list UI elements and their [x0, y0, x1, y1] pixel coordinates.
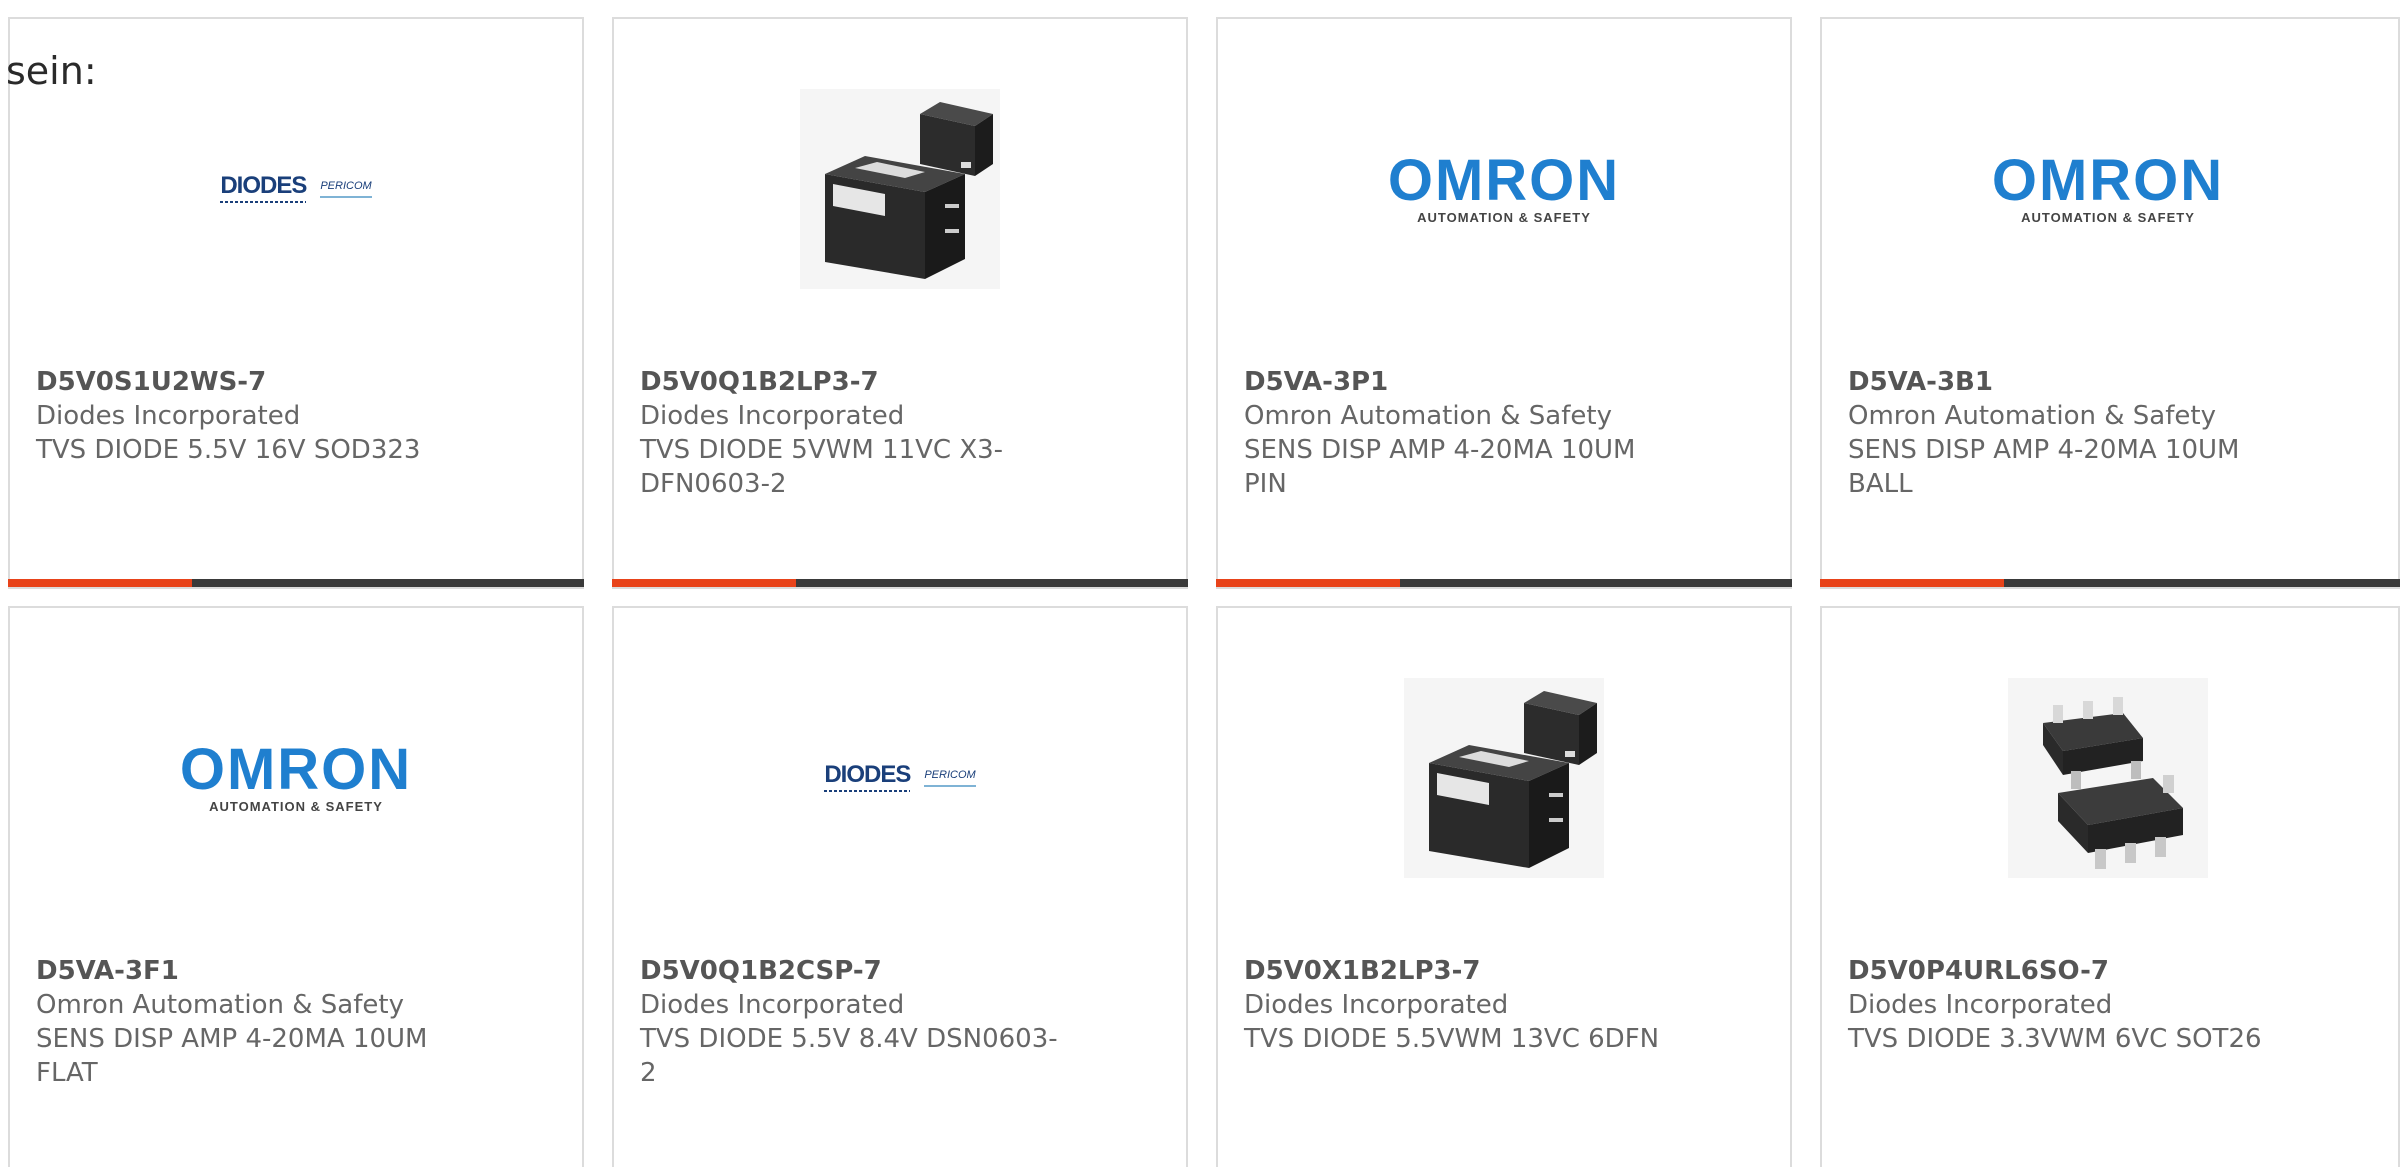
product-card[interactable]: OMRON AUTOMATION & SAFETY D5VA-3P1 Omron… — [1216, 17, 1792, 589]
description-cont: DFN0603-2 — [640, 469, 787, 499]
description-cont: PIN — [1244, 469, 1287, 499]
card-bar-accent — [1820, 579, 2004, 587]
manufacturer: Diodes Incorporated — [1244, 990, 1509, 1020]
card-bar-accent — [8, 579, 192, 587]
card-bar — [1216, 579, 1792, 587]
product-card[interactable]: OMRON AUTOMATION & SAFETY D5VA-3B1 Omron… — [1820, 17, 2400, 589]
part-number-link[interactable]: D5V0X1B2LP3-7 — [1244, 954, 1664, 988]
description: TVS DIODE 5.5VWM 13VC 6DFN — [1244, 1024, 1660, 1054]
description-cont: BALL — [1848, 469, 1913, 499]
product-image[interactable] — [1218, 648, 1790, 908]
product-info: D5VA-3B1 Omron Automation & Safety SENS … — [1848, 365, 2268, 501]
card-bar — [612, 579, 1188, 587]
product-image[interactable] — [1822, 648, 2394, 908]
product-info: D5VA-3P1 Omron Automation & Safety SENS … — [1244, 365, 1664, 501]
product-info: D5V0X1B2LP3-7 Diodes Incorporated TVS DI… — [1244, 954, 1664, 1056]
part-number-link[interactable]: D5VA-3P1 — [1244, 365, 1664, 399]
dfn-package-icon — [1404, 678, 1604, 878]
part-number-link[interactable]: D5VA-3F1 — [36, 954, 456, 988]
product-card[interactable]: OMRON AUTOMATION & SAFETY D5VA-3F1 Omron… — [8, 606, 584, 1167]
product-image[interactable]: OMRON AUTOMATION & SAFETY — [1822, 59, 2394, 319]
product-info: D5V0S1U2WS-7 Diodes Incorporated TVS DIO… — [36, 365, 456, 467]
manufacturer: Omron Automation & Safety — [36, 990, 404, 1020]
diodes-logo: DIODES PERICOM — [824, 763, 977, 792]
card-bar-accent — [612, 579, 796, 587]
product-card[interactable]: D5V0X1B2LP3-7 Diodes Incorporated TVS DI… — [1216, 606, 1792, 1167]
product-info: D5VA-3F1 Omron Automation & Safety SENS … — [36, 954, 456, 1090]
description-cont: FLAT — [36, 1058, 98, 1088]
product-card[interactable]: DIODES PERICOM D5V0Q1B2CSP-7 Diodes Inco… — [612, 606, 1188, 1167]
part-number-link[interactable]: D5V0Q1B2LP3-7 — [640, 365, 1060, 399]
manufacturer: Diodes Incorporated — [36, 401, 301, 431]
omron-logo: OMRON AUTOMATION & SAFETY — [1991, 147, 2225, 225]
description: TVS DIODE 3.3VWM 6VC SOT26 — [1848, 1024, 2262, 1054]
part-number-link[interactable]: D5V0S1U2WS-7 — [36, 365, 456, 399]
product-card[interactable]: DIODES PERICOM D5V0S1U2WS-7 Diodes Incor… — [8, 17, 584, 589]
manufacturer: Omron Automation & Safety — [1848, 401, 2216, 431]
description: SENS DISP AMP 4-20MA 10UM — [1848, 435, 2240, 465]
card-bar-accent — [1216, 579, 1400, 587]
product-info: D5V0Q1B2LP3-7 Diodes Incorporated TVS DI… — [640, 365, 1060, 501]
manufacturer: Diodes Incorporated — [640, 401, 905, 431]
part-number-link[interactable]: D5V0Q1B2CSP-7 — [640, 954, 1060, 988]
dfn-package-icon — [800, 89, 1000, 289]
product-image[interactable]: DIODES PERICOM — [614, 648, 1186, 908]
product-card[interactable]: D5V0Q1B2LP3-7 Diodes Incorporated TVS DI… — [612, 17, 1188, 589]
manufacturer: Diodes Incorporated — [1848, 990, 2113, 1020]
diodes-logo: DIODES PERICOM — [220, 174, 373, 203]
product-card[interactable]: D5V0P4URL6SO-7 Diodes Incorporated TVS D… — [1820, 606, 2400, 1167]
description: SENS DISP AMP 4-20MA 10UM — [1244, 435, 1636, 465]
manufacturer: Diodes Incorporated — [640, 990, 905, 1020]
product-image[interactable] — [614, 59, 1186, 319]
product-image[interactable]: OMRON AUTOMATION & SAFETY — [1218, 59, 1790, 319]
manufacturer: Omron Automation & Safety — [1244, 401, 1612, 431]
product-image[interactable]: DIODES PERICOM — [10, 59, 582, 319]
description: SENS DISP AMP 4-20MA 10UM — [36, 1024, 428, 1054]
card-bar — [8, 579, 584, 587]
sot26-package-icon — [2008, 678, 2208, 878]
description: TVS DIODE 5VWM 11VC X3- — [640, 435, 1004, 465]
omron-logo: OMRON AUTOMATION & SAFETY — [179, 736, 413, 814]
description: TVS DIODE 5.5V 16V SOD323 — [36, 435, 421, 465]
product-info: D5V0P4URL6SO-7 Diodes Incorporated TVS D… — [1848, 954, 2268, 1056]
product-info: D5V0Q1B2CSP-7 Diodes Incorporated TVS DI… — [640, 954, 1060, 1090]
part-number-link[interactable]: D5VA-3B1 — [1848, 365, 2268, 399]
description: TVS DIODE 5.5V 8.4V DSN0603-2 — [640, 1024, 1058, 1088]
intro-text: sein: — [6, 49, 97, 93]
part-number-link[interactable]: D5V0P4URL6SO-7 — [1848, 954, 2268, 988]
product-grid: sein: DIODES PERICOM D5V0S1U2WS-7 Diodes… — [0, 0, 2400, 1167]
product-image[interactable]: OMRON AUTOMATION & SAFETY — [10, 648, 582, 908]
card-bar — [1820, 579, 2400, 587]
omron-logo: OMRON AUTOMATION & SAFETY — [1387, 147, 1621, 225]
